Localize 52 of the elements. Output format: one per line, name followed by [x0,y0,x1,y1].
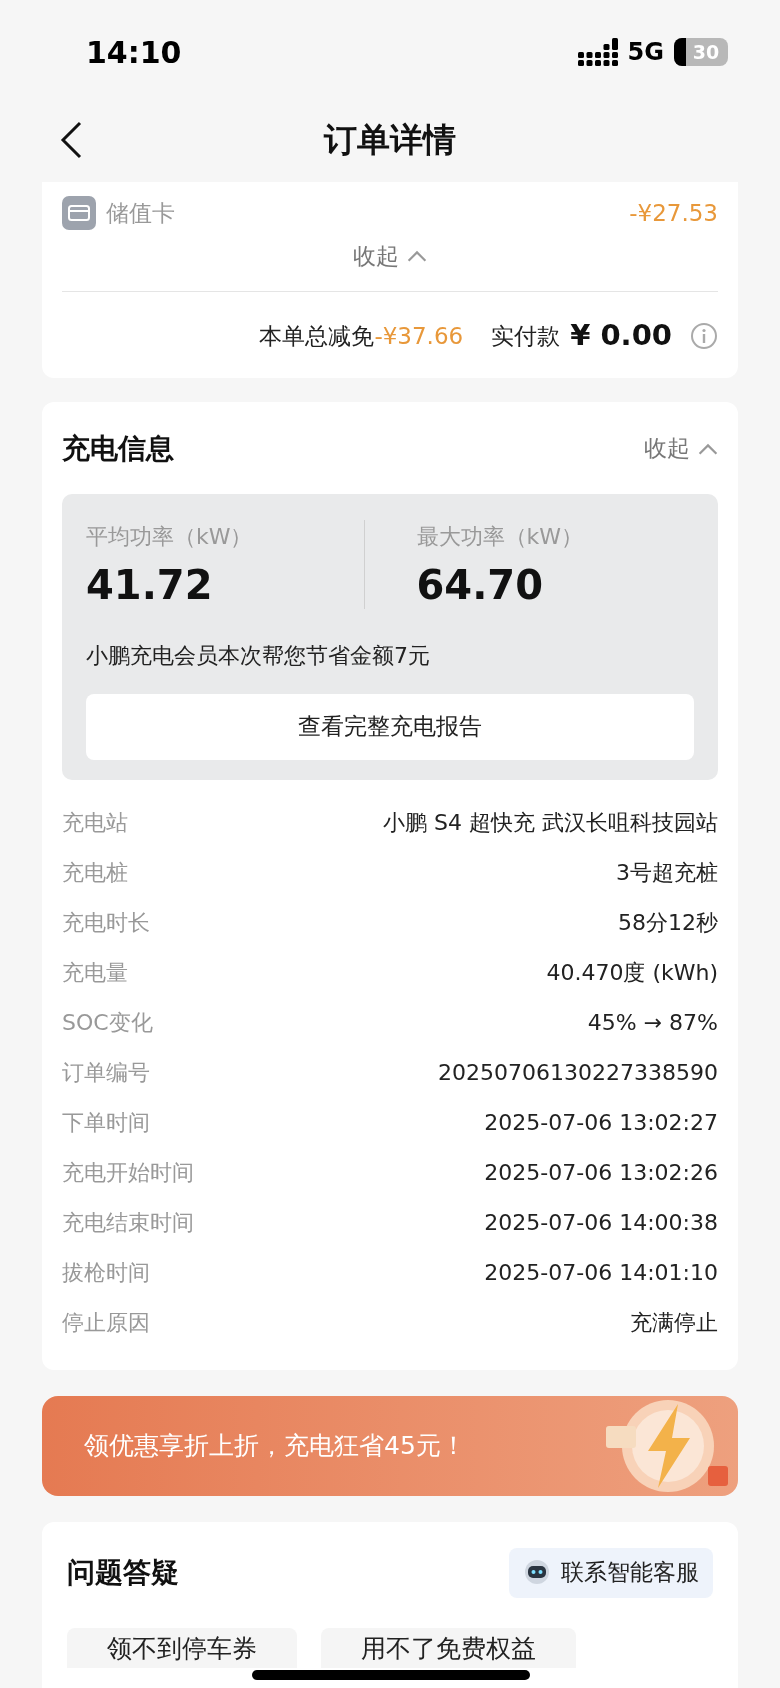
stat-label: 平均功率（kW） [86,522,254,551]
row-value: 45% → 87% [587,1009,718,1037]
row-label: 停止原因 [62,1309,150,1337]
section-title: 问题答疑 [67,1554,179,1591]
report-button[interactable]: 查看完整充电报告 [86,693,694,760]
row-label: 充电量 [62,959,128,987]
support-button[interactable]: 联系智能客服 [509,1547,713,1598]
method-amount: -¥27.53 [629,199,718,228]
row-value: 充满停止 [630,1309,718,1337]
discount-label: 本单总减免 [259,321,375,351]
row-value: 小鹏 S4 超快充 武汉长咀科技园站 [383,809,718,837]
card-icon [62,196,96,231]
row-value: 40.470度 (kWh) [546,959,718,987]
question-button[interactable]: 用不了免费权益 [321,1627,576,1668]
back-button[interactable] [58,120,84,160]
network-label: 5G [627,37,664,68]
stat-label: 最大功率（kW） [416,522,584,551]
collapse-button[interactable]: 收起 [644,431,718,466]
question-button[interactable]: 领不到停车券 [67,1627,297,1668]
paid-amount: ¥ 0.00 [570,317,672,354]
row-label: 拔枪时间 [62,1259,150,1287]
row-value: 2025-07-06 13:02:27 [484,1109,718,1137]
saving-note: 小鹏充电会员本次帮您节省金额7元 [86,641,431,670]
stat-value: 41.72 [86,560,214,609]
section-title: 充电信息 [62,430,174,467]
row-label: 下单时间 [62,1109,150,1137]
chevron-up-icon [698,442,718,455]
row-value: 2025-07-06 13:02:26 [484,1159,718,1187]
signal-icon [577,38,618,66]
banner-text: 领优惠享折上折，充电狂省45元！ [84,1429,466,1462]
row-value: 20250706130227338590 [438,1059,718,1087]
row-value: 58分12秒 [618,909,718,937]
row-value: 2025-07-06 14:01:10 [484,1259,718,1287]
collapse-button[interactable]: 收起 [353,238,427,273]
robot-icon [523,1558,551,1587]
battery-indicator: 30 [674,38,728,66]
row-label: 充电结束时间 [62,1209,194,1237]
row-label: 充电开始时间 [62,1159,194,1187]
row-value: 2025-07-06 14:00:38 [484,1209,718,1237]
payment-method: 储值卡 [106,199,175,228]
discount-amount: -¥37.66 [374,321,464,351]
page-title: 订单详情 [324,119,456,162]
stat-value: 64.70 [416,560,545,609]
status-time: 14:10 [86,33,182,72]
chevron-up-icon [407,249,427,262]
row-label: 充电站 [62,809,128,837]
row-label: 充电时长 [62,909,150,937]
row-label: 订单编号 [62,1059,150,1087]
row-value: 3号超充桩 [616,859,718,887]
paid-label: 实付款 [491,321,561,351]
row-label: 充电桩 [62,859,128,887]
row-label: SOC变化 [62,1009,153,1037]
